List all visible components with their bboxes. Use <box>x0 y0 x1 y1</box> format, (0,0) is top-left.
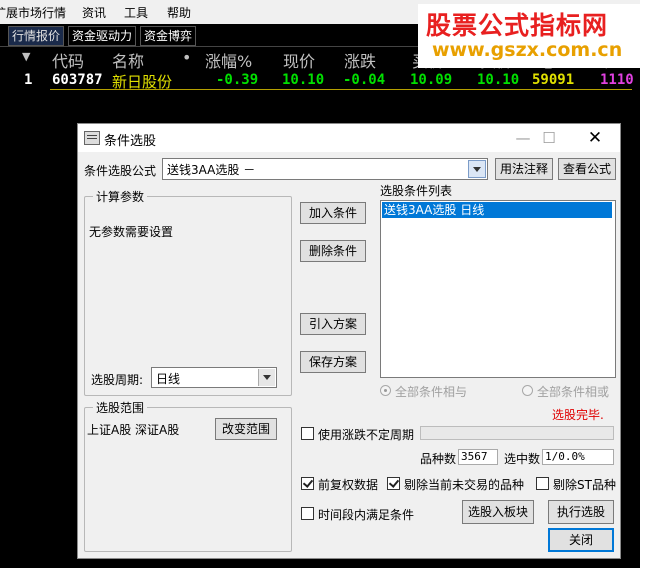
usage-notes-button[interactable]: 用法注释 <box>495 158 553 180</box>
chevron-down-icon[interactable] <box>468 160 486 178</box>
add-condition-button[interactable]: 加入条件 <box>300 202 366 224</box>
close-button[interactable]: 关闭 <box>548 528 614 552</box>
menu-item-news[interactable]: 资讯 <box>82 4 106 21</box>
stock-code: 603787 <box>52 72 103 88</box>
menu-item-help[interactable]: 帮助 <box>167 4 191 21</box>
column-header-code[interactable]: 代码 <box>52 48 84 72</box>
tab-fund-game[interactable]: 资金博弈 <box>140 26 197 46</box>
selected-label: 选中数 <box>504 452 541 466</box>
radio-or[interactable] <box>522 385 533 396</box>
params-group-title: 计算参数 <box>93 188 148 205</box>
tab-quotes[interactable]: 行情报价 <box>8 26 65 46</box>
exclude-st-label: 剔除ST品种 <box>553 478 616 492</box>
site-logo: 股票公式指标网 www.gszx.com.cn <box>418 4 640 68</box>
period-select[interactable]: 日线 <box>151 367 277 388</box>
row-underline <box>50 89 632 90</box>
column-header-change[interactable]: 涨跌 <box>344 48 376 72</box>
menu-item-tools[interactable]: 工具 <box>124 4 148 21</box>
change-value: -0.04 <box>343 72 386 88</box>
time-range-label: 时间段内满足条件 <box>318 508 415 522</box>
change-scope-button[interactable]: 改变范围 <box>215 418 277 440</box>
column-header-price[interactable]: 现价 <box>283 48 315 72</box>
prev-adjust-label: 前复权数据 <box>318 478 379 492</box>
time-range-checkbox[interactable] <box>301 507 314 520</box>
chevron-down-icon[interactable] <box>258 369 275 386</box>
app-icon <box>84 131 100 145</box>
condition-list-label: 选股条件列表 <box>380 184 453 198</box>
condition-list[interactable]: 送钱3AA选股 日线 <box>380 200 616 378</box>
dialog-titlebar[interactable]: 条件选股 — ☐ ✕ <box>78 124 620 152</box>
bid-value: 10.09 <box>410 72 453 88</box>
row-index: 1 <box>24 72 33 88</box>
save-plan-button[interactable]: 保存方案 <box>300 351 366 373</box>
params-group: 计算参数 无参数需要设置 选股周期: 日线 <box>84 188 292 396</box>
formula-select[interactable]: 送钱3AA选股 － <box>162 158 488 180</box>
site-logo-url: www.gszx.com.cn <box>432 39 623 61</box>
period-select-value: 日线 <box>156 372 181 386</box>
formula-label: 条件选股公式 <box>84 164 157 178</box>
delete-condition-button[interactable]: 删除条件 <box>300 240 366 262</box>
scope-value: 上证A股 深证A股 <box>87 423 180 437</box>
uncertain-period-checkbox[interactable] <box>301 427 314 440</box>
sort-arrow-icon[interactable]: ▼ <box>22 50 30 63</box>
ask-value: 10.10 <box>477 72 520 88</box>
execute-screening-button[interactable]: 执行选股 <box>548 500 614 524</box>
column-header-change-pct[interactable]: 涨幅% <box>205 48 252 72</box>
import-plan-button[interactable]: 引入方案 <box>300 313 366 335</box>
scope-group: 选股范围 上证A股 深证A股 改变范围 <box>84 399 292 552</box>
status-text: 选股完毕. <box>552 408 604 422</box>
menu-item-market[interactable]: 扩展市场行情 <box>0 4 66 21</box>
view-formula-button[interactable]: 查看公式 <box>558 158 616 180</box>
current-volume-value: 1110 <box>600 72 634 88</box>
progress-bar <box>420 426 614 440</box>
radio-and[interactable] <box>380 385 391 396</box>
radio-or-label: 全部条件相或 <box>537 385 610 399</box>
volume-value: 59091 <box>532 72 575 88</box>
scope-group-title: 选股范围 <box>93 399 148 416</box>
uncertain-period-label: 使用涨跌不定周期 <box>318 428 415 442</box>
exclude-untraded-label: 剔除当前未交易的品种 <box>404 478 525 492</box>
prev-adjust-checkbox[interactable] <box>301 477 314 490</box>
exclude-untraded-checkbox[interactable] <box>387 477 400 490</box>
change-pct-value: -0.39 <box>216 72 259 88</box>
count-field: 3567 <box>458 449 498 465</box>
formula-select-value: 送钱3AA选股 － <box>167 163 256 177</box>
radio-and-label: 全部条件相与 <box>395 385 468 399</box>
period-label: 选股周期: <box>91 373 144 387</box>
save-to-block-button[interactable]: 选股入板块 <box>462 500 534 524</box>
close-icon[interactable]: ✕ <box>577 126 613 150</box>
column-header-name[interactable]: 名称 <box>112 48 144 72</box>
column-header-dot: • <box>182 48 192 67</box>
tab-fund-drive[interactable]: 资金驱动力 <box>68 26 137 46</box>
selected-field: 1/0.0% <box>542 449 614 465</box>
maximize-icon[interactable]: ☐ <box>531 126 567 150</box>
dialog-title: 条件选股 <box>104 134 157 149</box>
exclude-st-checkbox[interactable] <box>536 477 549 490</box>
list-item[interactable]: 送钱3AA选股 日线 <box>382 202 612 218</box>
count-label: 品种数 <box>420 452 457 466</box>
stock-screener-dialog: 条件选股 — ☐ ✕ 条件选股公式 送钱3AA选股 － 用法注释 查看公式 计算… <box>77 123 621 559</box>
params-note: 无参数需要设置 <box>89 225 174 239</box>
site-logo-title: 股票公式指标网 <box>426 11 609 40</box>
price-value: 10.10 <box>282 72 325 88</box>
